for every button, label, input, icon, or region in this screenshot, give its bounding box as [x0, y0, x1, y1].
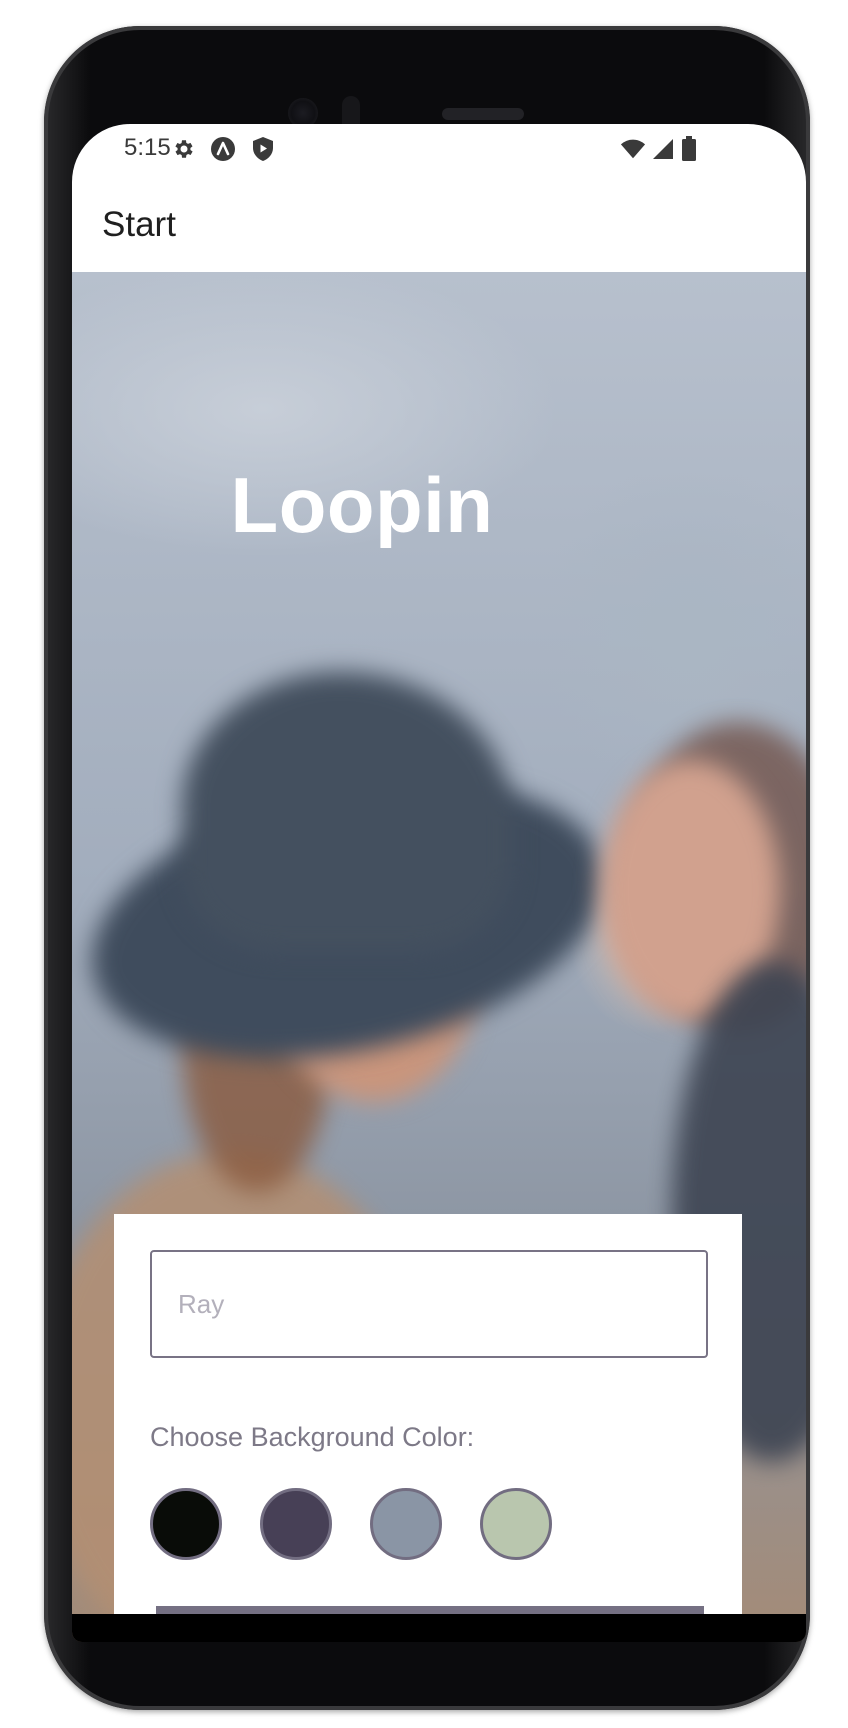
battery-icon: [676, 136, 702, 162]
start-form-card: Choose Background Color: Start Chatting: [114, 1214, 742, 1642]
status-time: 5:15: [124, 134, 171, 161]
photo-region-hat-crown: [182, 672, 512, 952]
app-title: Loopin: [230, 461, 494, 549]
color-label: Choose Background Color:: [150, 1422, 475, 1452]
a-icon: [210, 136, 236, 162]
signal-icon: [650, 136, 676, 162]
navigation-bar: [72, 1614, 806, 1642]
gear-icon: [170, 136, 196, 162]
color-swatch-purple[interactable]: [260, 1488, 332, 1560]
background-image: Loopin Choose Background Color: Start Ch…: [72, 272, 806, 1642]
color-swatches: [150, 1488, 590, 1566]
app-bar-title: Start: [102, 205, 176, 244]
color-swatch-black[interactable]: [150, 1488, 222, 1560]
earpiece-speaker: [442, 108, 524, 120]
shield-icon: [250, 136, 276, 162]
color-swatch-gray-blue[interactable]: [370, 1488, 442, 1560]
wifi-icon: [620, 136, 646, 162]
name-input[interactable]: [150, 1250, 708, 1358]
phone-screen: 5:15 Start Loopin Ray Choose Background …: [72, 124, 806, 1642]
color-swatch-green[interactable]: [480, 1488, 552, 1560]
status-bar: 5:15: [72, 124, 806, 172]
